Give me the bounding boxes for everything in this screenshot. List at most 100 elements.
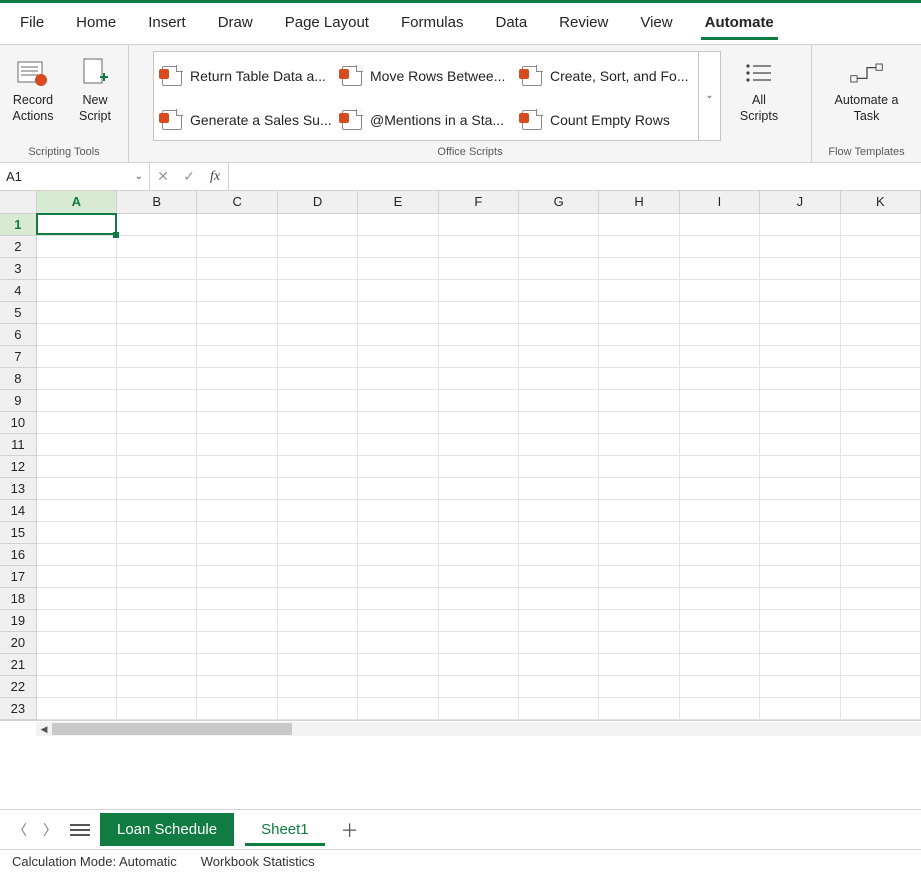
cell-F19[interactable] bbox=[438, 609, 518, 631]
cell-I15[interactable] bbox=[679, 521, 759, 543]
cell-G14[interactable] bbox=[519, 499, 599, 521]
cell-D4[interactable] bbox=[277, 279, 357, 301]
cell-C19[interactable] bbox=[197, 609, 277, 631]
column-header-E[interactable]: E bbox=[358, 191, 438, 213]
cell-E18[interactable] bbox=[358, 587, 438, 609]
cell-C22[interactable] bbox=[197, 675, 277, 697]
cell-F4[interactable] bbox=[438, 279, 518, 301]
cell-E14[interactable] bbox=[358, 499, 438, 521]
cell-G12[interactable] bbox=[519, 455, 599, 477]
cell-G4[interactable] bbox=[519, 279, 599, 301]
cell-A17[interactable] bbox=[36, 565, 116, 587]
cell-H19[interactable] bbox=[599, 609, 679, 631]
cell-J14[interactable] bbox=[760, 499, 840, 521]
cell-E4[interactable] bbox=[358, 279, 438, 301]
cell-G15[interactable] bbox=[519, 521, 599, 543]
cell-H11[interactable] bbox=[599, 433, 679, 455]
row-header-11[interactable]: 11 bbox=[0, 433, 36, 455]
cell-E12[interactable] bbox=[358, 455, 438, 477]
scroll-thumb[interactable] bbox=[52, 723, 292, 735]
cell-C16[interactable] bbox=[197, 543, 277, 565]
cell-A16[interactable] bbox=[36, 543, 116, 565]
cell-K4[interactable] bbox=[840, 279, 920, 301]
cell-F9[interactable] bbox=[438, 389, 518, 411]
cell-J13[interactable] bbox=[760, 477, 840, 499]
cell-E1[interactable] bbox=[358, 213, 438, 235]
cell-B1[interactable] bbox=[117, 213, 197, 235]
cell-E17[interactable] bbox=[358, 565, 438, 587]
add-sheet-button[interactable]: ＋ bbox=[336, 816, 364, 844]
cell-G17[interactable] bbox=[519, 565, 599, 587]
cell-D14[interactable] bbox=[277, 499, 357, 521]
cell-E21[interactable] bbox=[358, 653, 438, 675]
cell-A12[interactable] bbox=[36, 455, 116, 477]
cell-I5[interactable] bbox=[679, 301, 759, 323]
cell-F8[interactable] bbox=[438, 367, 518, 389]
cell-B5[interactable] bbox=[117, 301, 197, 323]
cell-A23[interactable] bbox=[36, 697, 116, 719]
all-sheets-menu[interactable] bbox=[70, 820, 90, 840]
cell-E13[interactable] bbox=[358, 477, 438, 499]
cell-K23[interactable] bbox=[840, 697, 920, 719]
cell-J8[interactable] bbox=[760, 367, 840, 389]
tab-formulas[interactable]: Formulas bbox=[387, 8, 478, 39]
cell-C12[interactable] bbox=[197, 455, 277, 477]
cell-H12[interactable] bbox=[599, 455, 679, 477]
cell-G5[interactable] bbox=[519, 301, 599, 323]
cell-A19[interactable] bbox=[36, 609, 116, 631]
tab-file[interactable]: File bbox=[6, 8, 58, 39]
cell-J18[interactable] bbox=[760, 587, 840, 609]
cell-C21[interactable] bbox=[197, 653, 277, 675]
cell-K10[interactable] bbox=[840, 411, 920, 433]
cell-F11[interactable] bbox=[438, 433, 518, 455]
row-header-21[interactable]: 21 bbox=[0, 653, 36, 675]
gallery-dropdown[interactable]: ⌄ bbox=[698, 52, 720, 140]
cell-G10[interactable] bbox=[519, 411, 599, 433]
tab-insert[interactable]: Insert bbox=[134, 8, 200, 39]
row-header-19[interactable]: 19 bbox=[0, 609, 36, 631]
cell-H22[interactable] bbox=[599, 675, 679, 697]
tab-page-layout[interactable]: Page Layout bbox=[271, 8, 383, 39]
cell-K16[interactable] bbox=[840, 543, 920, 565]
cell-D1[interactable] bbox=[277, 213, 357, 235]
cell-H16[interactable] bbox=[599, 543, 679, 565]
cell-H15[interactable] bbox=[599, 521, 679, 543]
cell-J21[interactable] bbox=[760, 653, 840, 675]
cell-B4[interactable] bbox=[117, 279, 197, 301]
cell-C13[interactable] bbox=[197, 477, 277, 499]
cell-B9[interactable] bbox=[117, 389, 197, 411]
cell-H5[interactable] bbox=[599, 301, 679, 323]
row-header-5[interactable]: 5 bbox=[0, 301, 36, 323]
row-header-22[interactable]: 22 bbox=[0, 675, 36, 697]
cell-G11[interactable] bbox=[519, 433, 599, 455]
cell-F16[interactable] bbox=[438, 543, 518, 565]
cell-A4[interactable] bbox=[36, 279, 116, 301]
row-header-8[interactable]: 8 bbox=[0, 367, 36, 389]
cell-H17[interactable] bbox=[599, 565, 679, 587]
row-header-9[interactable]: 9 bbox=[0, 389, 36, 411]
cell-J15[interactable] bbox=[760, 521, 840, 543]
cell-H20[interactable] bbox=[599, 631, 679, 653]
cell-G7[interactable] bbox=[519, 345, 599, 367]
cell-B11[interactable] bbox=[117, 433, 197, 455]
column-header-C[interactable]: C bbox=[197, 191, 277, 213]
status-workbook-stats[interactable]: Workbook Statistics bbox=[201, 854, 315, 869]
column-header-I[interactable]: I bbox=[679, 191, 759, 213]
cell-H21[interactable] bbox=[599, 653, 679, 675]
cell-I19[interactable] bbox=[679, 609, 759, 631]
cell-D7[interactable] bbox=[277, 345, 357, 367]
cell-I7[interactable] bbox=[679, 345, 759, 367]
row-header-17[interactable]: 17 bbox=[0, 565, 36, 587]
cell-E5[interactable] bbox=[358, 301, 438, 323]
cell-F22[interactable] bbox=[438, 675, 518, 697]
cell-E2[interactable] bbox=[358, 235, 438, 257]
cell-D5[interactable] bbox=[277, 301, 357, 323]
cell-H14[interactable] bbox=[599, 499, 679, 521]
column-header-H[interactable]: H bbox=[599, 191, 679, 213]
cell-G13[interactable] bbox=[519, 477, 599, 499]
cell-B20[interactable] bbox=[117, 631, 197, 653]
cell-K17[interactable] bbox=[840, 565, 920, 587]
automate-task-button[interactable]: Automate a Task bbox=[822, 51, 912, 141]
cell-H18[interactable] bbox=[599, 587, 679, 609]
cell-J22[interactable] bbox=[760, 675, 840, 697]
